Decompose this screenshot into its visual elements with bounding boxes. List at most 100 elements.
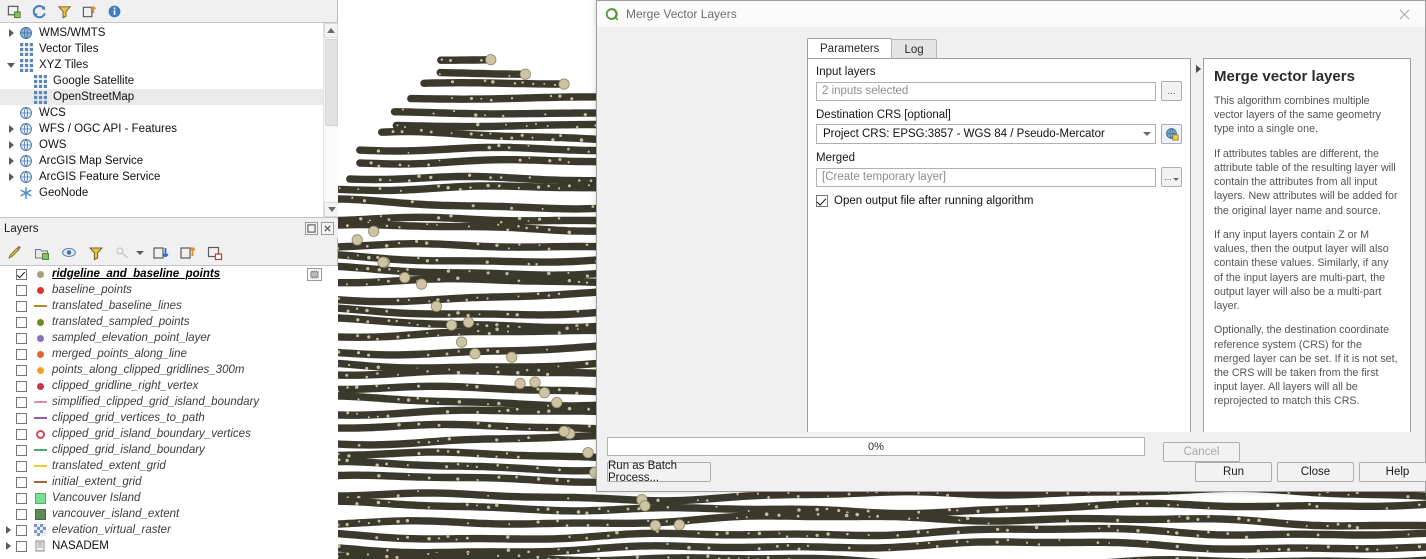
browser-item-geonode[interactable]: GeoNode	[0, 185, 338, 201]
browser-item-arcgis-feature-service[interactable]: ArcGIS Feature Service	[0, 169, 338, 185]
chevron-down-icon[interactable]	[4, 58, 18, 72]
layer-item-points-along-clipped-gridlines-300m[interactable]: points_along_clipped_gridlines_300m	[0, 362, 338, 378]
dialog-title-bar[interactable]: Merge Vector Layers	[597, 1, 1425, 27]
chevron-right-icon[interactable]	[2, 526, 14, 534]
layer-item-baseline-points[interactable]: baseline_points	[0, 282, 338, 298]
browser-item-xyz-tiles[interactable]: XYZ Tiles	[0, 57, 338, 73]
browser-item-label: WFS / OGC API - Features	[39, 123, 178, 135]
layer-visibility-checkbox[interactable]	[16, 524, 27, 536]
layer-item-clipped-gridline-right-vertex[interactable]: clipped_gridline_right_vertex	[0, 378, 338, 394]
layer-item-translated-sampled-points[interactable]: translated_sampled_points	[0, 314, 338, 330]
layer-visibility-checkbox[interactable]	[16, 300, 27, 312]
layer-visibility-checkbox[interactable]	[16, 460, 27, 472]
merged-output-field[interactable]: [Create temporary layer]	[816, 167, 1156, 187]
layer-item-sampled-elevation-point-layer[interactable]: sampled_elevation_point_layer	[0, 330, 338, 346]
layer-item-clipped-grid-island-boundary-vertices[interactable]: clipped_grid_island_boundary_vertices	[0, 426, 338, 442]
panel-splitter-arrow[interactable]	[1193, 62, 1203, 76]
open-output-checkbox[interactable]	[816, 195, 828, 207]
layer-visibility-checkbox[interactable]	[16, 284, 27, 296]
browser-item-openstreetmap[interactable]: OpenStreetMap	[0, 89, 338, 105]
run-as-batch-button[interactable]: Run as Batch Process...	[607, 460, 711, 484]
layer-item-vancouver-island[interactable]: Vancouver Island	[0, 490, 338, 506]
layer-visibility-checkbox[interactable]	[16, 508, 27, 520]
chevron-right-icon[interactable]	[4, 26, 18, 40]
input-layers-browse-button[interactable]: ...	[1161, 81, 1182, 101]
filter-icon[interactable]	[54, 1, 74, 21]
layer-item-elevation-virtual-raster[interactable]: elevation_virtual_raster	[0, 522, 338, 538]
add-group-icon[interactable]	[32, 243, 52, 263]
remove-layer-icon[interactable]	[205, 243, 225, 263]
layer-item-simplified-clipped-grid-island-boundary[interactable]: simplified_clipped_grid_island_boundary	[0, 394, 338, 410]
layer-item-ridgeline-and-baseline-points[interactable]: ridgeline_and_baseline_points	[0, 266, 338, 282]
expand-all-icon[interactable]	[151, 243, 171, 263]
layer-item-clipped-grid-island-boundary[interactable]: clipped_grid_island_boundary	[0, 442, 338, 458]
merged-browse-button[interactable]: ...	[1161, 167, 1182, 187]
scroll-up-button[interactable]	[324, 23, 338, 38]
dialog-close-button[interactable]: Close	[1277, 462, 1354, 482]
browser-item-arcgis-map-service[interactable]: ArcGIS Map Service	[0, 153, 338, 169]
manage-map-themes-icon[interactable]	[59, 243, 79, 263]
collapse-all-icon[interactable]	[79, 1, 99, 21]
layer-visibility-checkbox[interactable]	[16, 396, 27, 408]
layer-visibility-checkbox[interactable]	[16, 444, 27, 456]
chevron-right-icon[interactable]	[4, 154, 18, 168]
layer-visibility-checkbox[interactable]	[16, 492, 27, 504]
layer-item-nasadem[interactable]: NASADEM	[0, 538, 338, 554]
layer-visibility-checkbox[interactable]	[16, 476, 27, 488]
chevron-right-icon[interactable]	[4, 122, 18, 136]
layer-visibility-checkbox[interactable]	[16, 412, 27, 424]
layer-item-translated-extent-grid[interactable]: translated_extent_grid	[0, 458, 338, 474]
layers-tree[interactable]: ridgeline_and_baseline_points baseline_po…	[0, 265, 338, 559]
layer-item-vancouver-island-extent[interactable]: vancouver_island_extent	[0, 506, 338, 522]
chevron-right-icon[interactable]	[4, 170, 18, 184]
collapse-all-icon[interactable]	[178, 243, 198, 263]
browser-scrollbar[interactable]	[323, 23, 338, 217]
close-panel-button[interactable]	[321, 222, 334, 235]
layer-name-label: translated_sampled_points	[52, 316, 190, 328]
browser-tree[interactable]: WMS/WMTS Vector Tiles XYZ Tiles Google Sate…	[0, 22, 338, 218]
layer-visibility-checkbox[interactable]	[16, 364, 27, 376]
browser-item-google-satellite[interactable]: Google Satellite	[0, 73, 338, 89]
browser-item-vector-tiles[interactable]: Vector Tiles	[0, 41, 338, 57]
destination-crs-select[interactable]: Project CRS: EPSG:3857 - WGS 84 / Pseudo…	[816, 124, 1156, 144]
help-heading: Merge vector layers	[1214, 68, 1355, 85]
crs-globe-icon[interactable]	[1161, 124, 1182, 144]
layer-item-initial-extent-grid[interactable]: initial_extent_grid	[0, 474, 338, 490]
layer-visibility-checkbox[interactable]	[16, 268, 27, 280]
browser-item-wms-wmts[interactable]: WMS/WMTS	[0, 25, 338, 41]
layer-item-merged-points-along-line[interactable]: merged_points_along_line	[0, 346, 338, 362]
memory-layer-icon[interactable]	[307, 267, 322, 281]
tab-log[interactable]: Log	[891, 39, 937, 59]
open-output-row[interactable]: Open output file after running algorithm	[816, 195, 1182, 207]
tab-parameters[interactable]: Parameters	[807, 38, 893, 59]
run-button[interactable]: Run	[1195, 462, 1272, 482]
add-layer-icon[interactable]	[4, 1, 24, 21]
input-layers-field[interactable]: 2 inputs selected	[816, 81, 1156, 101]
layer-visibility-checkbox[interactable]	[16, 348, 27, 360]
browser-item-wfs-ogc-api-features[interactable]: WFS / OGC API - Features	[0, 121, 338, 137]
layer-name-label: simplified_clipped_grid_island_boundary	[52, 396, 260, 408]
layer-visibility-checkbox[interactable]	[16, 540, 27, 552]
open-layer-styling-icon[interactable]	[5, 243, 25, 263]
scroll-down-button[interactable]	[324, 202, 338, 217]
filter-legend-expression-icon[interactable]	[113, 243, 133, 263]
close-icon[interactable]	[1389, 2, 1419, 26]
chevron-down-icon[interactable]	[136, 251, 144, 255]
cancel-button[interactable]: Cancel	[1163, 442, 1240, 462]
layer-visibility-checkbox[interactable]	[16, 316, 27, 328]
help-button[interactable]: Help	[1359, 462, 1426, 482]
browser-item-ows[interactable]: OWS	[0, 137, 338, 153]
undock-panel-button[interactable]	[305, 222, 318, 235]
layer-visibility-checkbox[interactable]	[16, 380, 27, 392]
layer-visibility-checkbox[interactable]	[16, 428, 27, 440]
info-icon[interactable]	[104, 1, 124, 21]
chevron-right-icon[interactable]	[4, 138, 18, 152]
layer-visibility-checkbox[interactable]	[16, 332, 27, 344]
chevron-right-icon[interactable]	[2, 542, 14, 550]
filter-legend-icon[interactable]	[86, 243, 106, 263]
layer-item-translated-baseline-lines[interactable]: translated_baseline_lines	[0, 298, 338, 314]
refresh-icon[interactable]	[29, 1, 49, 21]
scroll-thumb[interactable]	[325, 39, 338, 126]
layer-item-clipped-grid-vertices-to-path[interactable]: clipped_grid_vertices_to_path	[0, 410, 338, 426]
browser-item-wcs[interactable]: WCS	[0, 105, 338, 121]
